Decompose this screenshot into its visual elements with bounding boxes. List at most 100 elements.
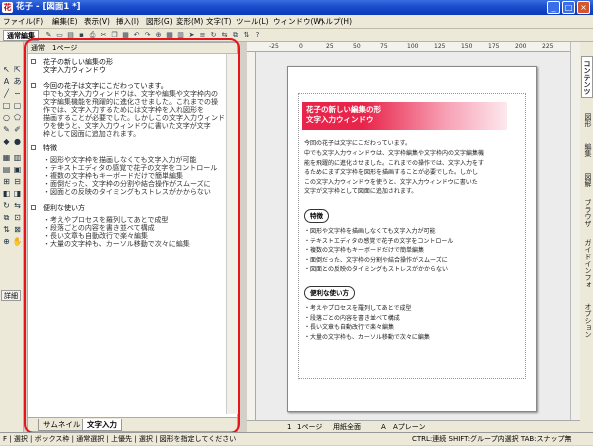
undo-icon[interactable]: ↶ [132,30,141,40]
zoom-icon[interactable]: ⊕ [154,30,163,40]
grid-icon[interactable]: ▦ [165,30,174,40]
table-icon[interactable]: ▥ [176,30,185,40]
side-tab-bar: コンテンツ 図形 編集 図解 ブラウザ ガイドインフォ オプション [580,42,593,432]
chart-icon[interactable]: ▥ [12,152,23,163]
text-icon[interactable]: A [1,76,12,87]
redo-icon[interactable]: ↷ [143,30,152,40]
document-scrollbar[interactable] [570,42,580,420]
app-icon[interactable]: 花 [2,2,13,13]
eyedrop-icon[interactable]: ● [12,136,23,147]
help-icon[interactable]: ? [253,30,262,40]
minimize-button[interactable]: _ [547,1,560,14]
menu-shape[interactable]: 図形(G) [146,16,173,28]
features-list[interactable]: ・図形や文字枠を描画しなくても文字入力が可能 ・テキストエディタの感覚で花子の文… [304,227,516,275]
cut-icon[interactable]: ✂ [99,30,108,40]
table-icon[interactable]: ▦ [1,152,12,163]
usage-list[interactable]: ・考えやプロセスを羅列してあとで成型 ・段落ごとの内容を書き並べて構成 ・長い文… [304,304,516,342]
paint-icon[interactable]: ◆ [1,136,12,147]
shadow-icon[interactable]: ◨ [12,188,23,199]
pen-icon[interactable]: ✎ [44,30,53,40]
open-icon[interactable]: ▤ [66,30,75,40]
menu-tools[interactable]: ツール(L) [236,16,269,28]
copy-icon[interactable]: ❐ [110,30,119,40]
flip-icon[interactable]: ⇆ [12,200,23,211]
rotate-icon[interactable]: ↻ [1,200,12,211]
tab-text-input[interactable]: 文字入力 [82,419,122,431]
layer-icon[interactable]: ◧ [1,188,12,199]
group-icon[interactable]: ⧉ [231,30,240,40]
zoom-icon[interactable]: ⊕ [1,236,12,247]
menu-edit[interactable]: 編集(E) [52,16,78,28]
order-icon[interactable]: ⇅ [1,224,12,235]
ruler-tick: 50 [353,43,361,50]
side-tab-diagram[interactable]: 図解 [581,170,593,190]
outline-section[interactable]: 特徴 ・図形や文字枠を描画しなくても文字入力が可能 ・テキストエディタの感覚で花… [31,144,221,196]
point-select-icon[interactable]: ⇱ [12,64,23,75]
document-page[interactable]: 花子の新しい編集の形 文字入力ウィンドウ 今回の花子は文字にこだわっています。 … [287,66,537,412]
menu-insert[interactable]: 挿入(I) [116,16,139,28]
intro-lead[interactable]: 今回の花子は文字にこだわっています。 [304,139,516,149]
intro-body[interactable]: 中でも文字入力ウィンドウは、文字枠編集や文字枠内の文字編集機 能を飛躍的に進化さ… [304,149,516,197]
rotate-icon[interactable]: ↻ [209,30,218,40]
ruler-horizontal: -25 0 25 50 75 100 125 150 175 200 225 [247,42,570,52]
close-button[interactable]: × [577,1,590,14]
outline-section[interactable]: 花子の新しい編集の形 文字入力ウィンドウ [31,58,221,74]
tool-palette: ↖ ⇱ A あ ╱ ∽ □ ▢ ○ ⬠ ✎ ✐ ◆ ● ▦ ▥ ▤ ▣ ⊞ ⊟ … [0,42,24,432]
outline-section[interactable]: 今回の花子は文字にこだわっています。 中でも文字入力ウィンドウは、文字や編集や文… [31,82,225,138]
title-bar: 花子 - [図面1 *] [0,0,593,15]
group-icon[interactable]: ⧉ [1,212,12,223]
edit-mode-tab[interactable]: 通常編集 [3,30,39,41]
circle-icon[interactable]: ○ [1,112,12,123]
menu-view[interactable]: 表示(V) [84,16,110,28]
outline-section[interactable]: 便利な使い方 ・考えやプロセスを羅列してあとで成型 ・段落ごとの内容を書き並べて… [31,204,221,248]
ungroup-icon[interactable]: ⊡ [12,212,23,223]
pen-icon[interactable]: ✎ [1,124,12,135]
curve-icon[interactable]: ∽ [12,88,23,99]
side-tab-guide[interactable]: ガイドインフォ [581,234,593,292]
outline-editor[interactable]: 花子の新しい編集の形 文字入力ウィンドウ 今回の花子は文字にこだわっています。 … [28,54,225,414]
usage-heading[interactable]: 便利な使い方 [304,286,355,300]
side-tab-browser[interactable]: ブラウザ [581,198,593,228]
side-tab-options[interactable]: オプション [581,300,593,340]
document-canvas[interactable]: 花子の新しい編集の形 文字入力ウィンドウ 今回の花子は文字にこだわっています。 … [256,52,570,420]
rounded-rect-icon[interactable]: ▢ [12,100,23,111]
maximize-button[interactable]: □ [562,1,575,14]
page-title-band[interactable]: 花子の新しい編集の形 文字入力ウィンドウ [302,102,507,130]
tab-thumbnail[interactable]: サムネイル [38,419,86,431]
brush-icon[interactable]: ✐ [12,124,23,135]
polygon-icon[interactable]: ⬠ [12,112,23,123]
outline-header: 通常 1ページ [28,43,237,54]
outline-scrollbar[interactable] [226,54,238,414]
frame-icon[interactable]: ▭ [55,30,64,40]
rect-icon[interactable]: □ [1,100,12,111]
menu-transform[interactable]: 変形(M) [176,16,203,28]
align-icon[interactable]: ⊞ [1,176,12,187]
hand-icon[interactable]: ✋ [12,236,23,247]
distribute-icon[interactable]: ⊟ [12,176,23,187]
ruler-tick: 200 [515,43,527,50]
side-tab-edit[interactable]: 編集 [581,140,593,160]
side-tab-contents[interactable]: コンテンツ [581,56,593,98]
paste-icon[interactable]: ▦ [121,30,130,40]
menu-file[interactable]: ファイル(F) [3,16,43,28]
print-icon[interactable]: ⎙ [88,30,97,40]
detail-button[interactable]: 詳細 [1,290,21,301]
menu-text[interactable]: 文字(T) [206,16,231,28]
menu-help[interactable]: ヘルプ(H) [318,16,352,28]
image-icon[interactable]: ▣ [12,164,23,175]
features-heading[interactable]: 特徴 [304,209,329,223]
ruler-tick: 225 [542,43,554,50]
save-icon[interactable]: ▪ [77,30,86,40]
vertical-text-icon[interactable]: あ [12,76,23,87]
menu-window[interactable]: ウィンドウ(W) [273,16,324,28]
lock-icon[interactable]: ⊠ [12,224,23,235]
order-icon[interactable]: ⇅ [242,30,251,40]
grid-icon[interactable]: ▤ [1,164,12,175]
align-icon[interactable]: ≡ [198,30,207,40]
select-icon[interactable]: ↖ [1,64,12,75]
arrow-icon[interactable]: ➤ [187,30,196,40]
flip-icon[interactable]: ⇆ [220,30,229,40]
line-icon[interactable]: ╱ [1,88,12,99]
section-marker-icon [31,205,36,210]
side-tab-shapes[interactable]: 図形 [581,110,593,130]
